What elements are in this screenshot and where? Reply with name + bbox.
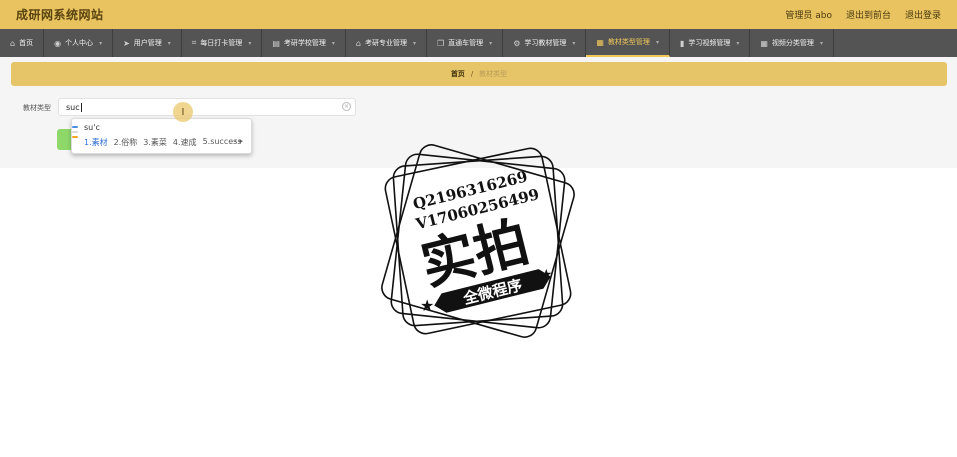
home-icon: ⌂ bbox=[10, 38, 16, 48]
settings-icon: ⚙ bbox=[513, 38, 521, 48]
site-title: 成研网系统网站 bbox=[16, 8, 104, 22]
search-input[interactable]: suc × bbox=[58, 98, 356, 116]
nav-item-label: 考研专业管理 bbox=[364, 39, 407, 47]
chevron-down-icon: ▾ bbox=[655, 38, 659, 46]
main-nav: ⌂ 首页 ◉ 个人中心 ▾ ➤ 用户管理 ▾ ⌗ 每日打卡管理 ▾ ▤ 考研学校管理 ▾ ⌂ 考研专业管理 ▾ ❐… bbox=[0, 29, 957, 57]
nav-item-label: 考研学校管理 bbox=[283, 39, 326, 47]
file-icon: ▤ bbox=[272, 38, 280, 48]
chevron-down-icon: ▾ bbox=[736, 39, 740, 47]
chevron-down-icon: ▾ bbox=[572, 39, 576, 47]
text-cursor-icon: I bbox=[173, 102, 193, 122]
top-header: 成研网系统网站 管理员 abo 退出到前台 退出登录 bbox=[0, 0, 957, 29]
bar-chart-icon: ▮ bbox=[679, 38, 685, 48]
breadcrumb-separator: / bbox=[470, 70, 474, 78]
chevron-down-icon: ▾ bbox=[99, 39, 103, 47]
nav-item[interactable]: ❐ 直通车管理 ▾ bbox=[427, 29, 504, 57]
logout-link[interactable]: 退出登录 bbox=[905, 8, 941, 21]
send-icon: ➤ bbox=[123, 38, 130, 48]
search-label: 教材类型 bbox=[23, 104, 51, 112]
chevron-down-icon: ▾ bbox=[167, 39, 171, 47]
chevron-down-icon: ▾ bbox=[248, 39, 252, 47]
nav-item-label: 个人中心 bbox=[65, 39, 94, 47]
ime-candidate[interactable]: 4.速成 bbox=[173, 137, 197, 148]
nav-item[interactable]: ⌂ 首页 bbox=[0, 29, 45, 57]
admin-label: 管理员 abo bbox=[785, 11, 832, 21]
ime-candidate[interactable]: 3.素菜 bbox=[143, 137, 167, 148]
nav-item-label: 首页 bbox=[19, 39, 34, 47]
user-icon: ◉ bbox=[54, 38, 62, 48]
nav-item-label: 学习教材管理 bbox=[524, 39, 567, 47]
header-actions: 管理员 abo 退出到前台 退出登录 bbox=[785, 8, 941, 21]
exit-front-link[interactable]: 退出到前台 bbox=[846, 8, 891, 21]
nav-item[interactable]: ⌂ 考研专业管理 ▾ bbox=[346, 29, 427, 57]
nav-item[interactable]: ▮ 学习视频管理 ▾ bbox=[670, 29, 751, 57]
nav-item-label: 每日打卡管理 bbox=[200, 39, 243, 47]
nav-item-label: 教材类型管理 bbox=[607, 38, 650, 46]
watermark-stamp: Q2196316269 V17060256499 实拍 全微程序 ★ ★ bbox=[381, 144, 575, 338]
nav-item-label: 用户管理 bbox=[133, 39, 162, 47]
chevron-down-icon: ▾ bbox=[819, 39, 823, 47]
nav-item[interactable]: ▦ 教材类型管理 ▾ bbox=[586, 29, 670, 57]
nav-item-label: 视频分类管理 bbox=[771, 39, 814, 47]
ime-candidates: 1.素材 2.俗称 3.素菜 4.速成 5.success bbox=[84, 137, 242, 148]
nav-item-label: 直通车管理 bbox=[448, 39, 484, 47]
chevron-down-icon: ▾ bbox=[331, 39, 335, 47]
nav-item[interactable]: ◉ 个人中心 ▾ bbox=[44, 29, 114, 57]
ime-mark bbox=[72, 126, 78, 128]
bank-icon: ⌂ bbox=[355, 38, 361, 48]
nav-item[interactable]: ▦ 视频分类管理 ▾ bbox=[750, 29, 834, 57]
ime-mark bbox=[72, 131, 78, 133]
nav-item[interactable]: ⌗ 每日打卡管理 ▾ bbox=[182, 29, 263, 57]
ime-logo-icon bbox=[72, 126, 78, 141]
nav-item[interactable]: ➤ 用户管理 ▾ bbox=[113, 29, 182, 57]
ime-candidate[interactable]: 2.俗称 bbox=[114, 137, 138, 148]
ime-candidate[interactable]: 1.素材 bbox=[84, 137, 108, 148]
ime-pinyin: su'c bbox=[84, 123, 100, 132]
star-icon: ★ bbox=[540, 267, 553, 283]
text-caret bbox=[80, 102, 82, 112]
star-icon: ★ bbox=[420, 296, 434, 315]
nav-item-label: 学习视频管理 bbox=[688, 39, 731, 47]
clear-icon[interactable]: × bbox=[342, 102, 351, 111]
chevron-down-icon: ▾ bbox=[489, 39, 493, 47]
ime-page-arrows-icon[interactable]: ‹ ▸ bbox=[234, 137, 243, 145]
chevron-down-icon: ▾ bbox=[412, 39, 416, 47]
search-input-value: suc bbox=[66, 102, 80, 112]
copy-icon: ❐ bbox=[437, 38, 445, 48]
grid-icon: ▦ bbox=[760, 38, 768, 48]
breadcrumb-home[interactable]: 首页 bbox=[451, 69, 465, 79]
nav-item[interactable]: ⚙ 学习教材管理 ▾ bbox=[503, 29, 587, 57]
breadcrumb: 首页 / 教材类型 bbox=[11, 62, 947, 86]
ime-mark bbox=[72, 136, 78, 138]
nav-item[interactable]: ▤ 考研学校管理 ▾ bbox=[262, 29, 346, 57]
crop-icon: ⌗ bbox=[191, 38, 197, 47]
database-icon: ▦ bbox=[596, 37, 604, 47]
breadcrumb-current: 教材类型 bbox=[479, 70, 508, 78]
ime-candidate-panel: su'c 1.素材 2.俗称 3.素菜 4.速成 5.success ‹ ▸ bbox=[71, 118, 252, 154]
